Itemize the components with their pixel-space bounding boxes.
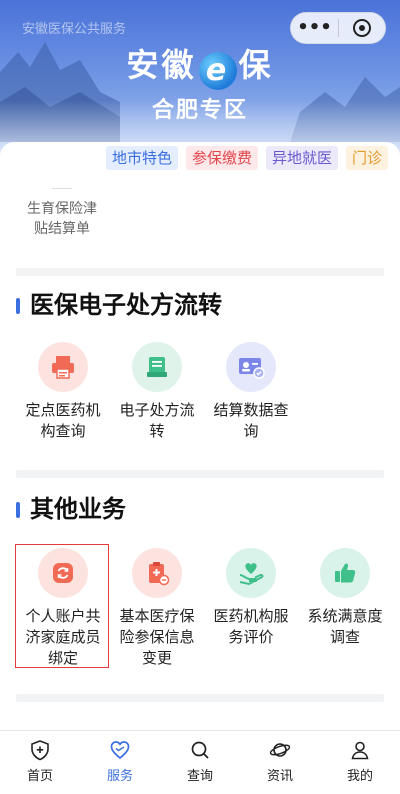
- heart-hand-icon: [226, 548, 276, 598]
- category-chips: 地市特色 参保缴费 异地就医 门诊: [106, 146, 396, 170]
- selection-highlight: [15, 544, 109, 668]
- item-label: 医药机构服 务评价: [213, 607, 289, 646]
- section-title-prescription: 医保电子处方流转: [16, 290, 222, 320]
- item-label: 定点医药机 构查询: [25, 401, 101, 440]
- tab-label: 我的: [346, 769, 373, 784]
- maternity-allowance-item[interactable]: 生育保险津 贴结算单: [20, 188, 104, 239]
- tab-label: 服务: [106, 769, 133, 784]
- settlement-query-item[interactable]: 结算数据查询: [204, 342, 298, 442]
- family-account-binding-item[interactable]: 个人账户共 济家庭成员 绑定: [15, 544, 110, 669]
- brand-title: 安徽 e 保: [0, 40, 400, 90]
- user-icon: [351, 741, 369, 760]
- id-card-icon: [226, 342, 276, 392]
- zone-title: 合肥专区: [151, 98, 248, 123]
- partial-icon-edge: [52, 188, 72, 189]
- pharmacy-query-item[interactable]: 定点医药机 构查询: [16, 342, 110, 442]
- chip-insurance-payment[interactable]: 参保缴费: [186, 146, 259, 170]
- institution-evaluation-item[interactable]: 医药机构服 务评价: [204, 548, 298, 669]
- heart-icon: [110, 741, 130, 760]
- miniapp-capsule: •••: [290, 12, 386, 44]
- prescription-transfer-item[interactable]: 电子处方流转: [110, 342, 204, 442]
- planet-icon: [269, 743, 291, 757]
- ellipsis-icon[interactable]: •••: [291, 12, 338, 44]
- item-label: 基本医疗保 险参保信息 变更: [119, 607, 195, 667]
- chip-local-features[interactable]: 地市特色: [106, 146, 179, 170]
- brand-left: 安徽: [126, 46, 197, 84]
- main-content: 地市特色 参保缴费 异地就医 门诊 生育保险津 贴结算单 医保电子处方流转 定点医药机…: [0, 142, 400, 730]
- tab-mine[interactable]: 我的: [320, 731, 400, 794]
- search-icon: [191, 741, 209, 759]
- section-title-other: 其他业务: [16, 494, 126, 524]
- prescription-grid: 定点医药机 构查询 电子处方流转 结算数据查询: [16, 342, 392, 442]
- tab-query[interactable]: 查询: [160, 731, 240, 794]
- target-icon[interactable]: [339, 19, 385, 37]
- bottom-tab-bar: 首页 服务 查询 资讯 我的: [0, 730, 400, 794]
- item-label: 电子处方流转: [119, 401, 195, 440]
- section-divider: [16, 268, 384, 276]
- maternity-label-1: 生育保险津: [27, 201, 97, 217]
- clipboard-icon: [132, 548, 182, 598]
- chip-outpatient[interactable]: 门诊: [346, 146, 389, 170]
- section-divider: [16, 470, 384, 478]
- other-business-grid: 个人账户共 济家庭成员 绑定 基本医疗保 险参保信息 变更 医药机构服 务评价 系统满意度…: [15, 544, 392, 669]
- shield-plus-icon: [31, 740, 49, 761]
- e-logo-icon: e: [198, 52, 237, 90]
- section-divider: [16, 694, 384, 702]
- thumbs-up-icon: [320, 548, 370, 598]
- tab-label: 查询: [186, 769, 213, 784]
- prescription-icon: [132, 342, 182, 392]
- item-label: 结算数据查询: [213, 401, 289, 440]
- satisfaction-survey-item[interactable]: 系统满意度 调查: [298, 548, 392, 669]
- maternity-label-2: 贴结算单: [34, 221, 90, 237]
- printer-icon: [38, 342, 88, 392]
- insurance-info-change-item[interactable]: 基本医疗保 险参保信息 变更: [110, 548, 204, 669]
- header-banner: 安徽医保公共服务 安徽 e 保 合肥专区 •••: [0, 0, 400, 160]
- brand-right: 保: [238, 46, 274, 84]
- tab-news[interactable]: 资讯: [240, 731, 320, 794]
- tab-label: 资讯: [266, 769, 293, 784]
- chip-remote-medical[interactable]: 异地就医: [266, 146, 339, 170]
- service-label: 安徽医保公共服务: [22, 22, 127, 37]
- tab-services[interactable]: 服务: [80, 731, 160, 794]
- tab-label: 首页: [26, 769, 53, 784]
- item-label: 系统满意度 调查: [307, 607, 383, 646]
- tab-home[interactable]: 首页: [0, 731, 80, 794]
